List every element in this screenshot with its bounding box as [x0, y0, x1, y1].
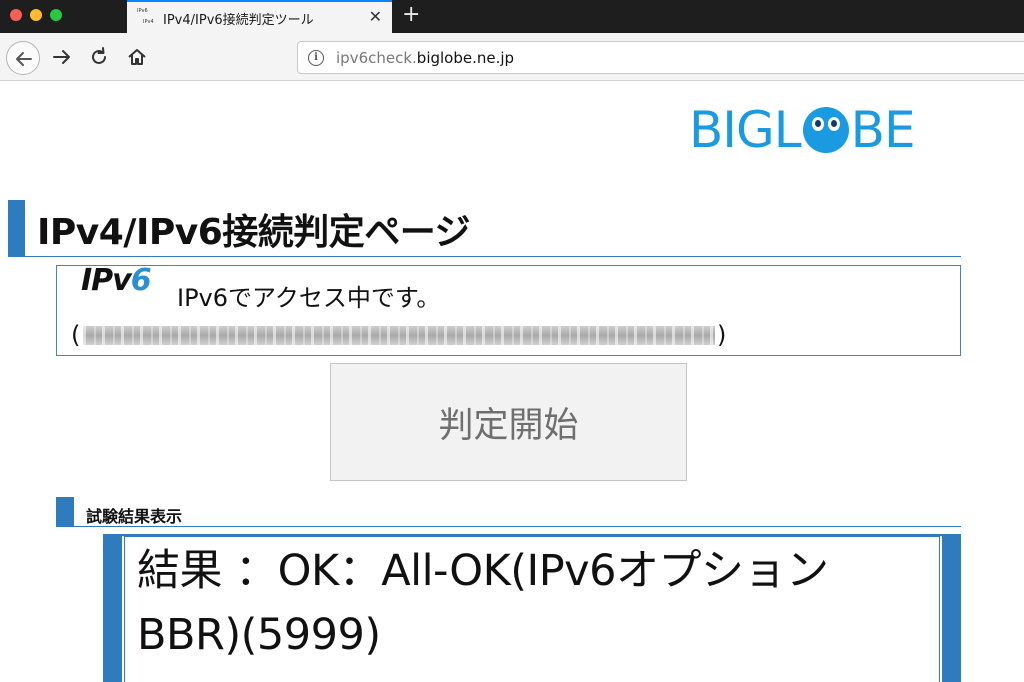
close-icon[interactable]: ✕	[369, 8, 382, 26]
open-paren: (	[71, 321, 81, 349]
address-bar[interactable]: i ipv6check.biglobe.ne.jp	[297, 41, 1024, 74]
url-text[interactable]: ipv6check.biglobe.ne.jp	[336, 49, 514, 67]
back-arrow-icon	[16, 52, 32, 66]
heading-accent-bar	[8, 200, 25, 256]
connection-status-message: IPv6でアクセス中です。	[177, 284, 441, 312]
favicon-text-bottom: IPv4	[143, 19, 154, 25]
plus-icon[interactable]: +	[402, 3, 420, 27]
back-button[interactable]	[6, 41, 40, 75]
browser-toolbar: i ipv6check.biglobe.ne.jp	[0, 33, 1024, 81]
url-host-prefix: ipv6check.	[336, 49, 417, 67]
ipv6-logo-suffix: 6	[130, 263, 152, 298]
window-maximize-button[interactable]	[50, 9, 62, 21]
result-panel: 結果 ：OK：All-OK(IPv6オプション BBR)(5999)	[103, 534, 961, 682]
reload-icon[interactable]	[88, 46, 110, 68]
logo-mascot-icon	[802, 107, 849, 153]
connection-status-panel: IPv6 IPv6でアクセス中です。 ( )	[56, 263, 961, 356]
page-title: IPv4/IPv6接続判定ページ	[37, 212, 471, 253]
logo-text-right: BE	[850, 101, 916, 159]
ipv6-logo: IPv6	[81, 263, 152, 299]
url-host-domain: biglobe.ne.jp	[416, 49, 515, 67]
favicon-text-top: IPv6	[137, 8, 148, 14]
result-text: 結果 ：OK：All-OK(IPv6オプション BBR)(5999)	[137, 546, 829, 660]
window-minimize-button[interactable]	[30, 9, 42, 21]
info-icon[interactable]: i	[308, 50, 324, 66]
browser-titlebar: IPv6 IPv4 IPv4/IPv6接続判定ツール ✕ +	[0, 0, 1024, 33]
ipv6-logo-prefix: IPv	[81, 263, 132, 298]
start-test-button[interactable]: 判定開始	[330, 363, 687, 481]
redacted-ip-address	[83, 326, 715, 345]
results-heading-divider	[56, 526, 961, 527]
result-panel-inner: 結果 ：OK：All-OK(IPv6オプション BBR)(5999)	[124, 536, 940, 682]
tab-title: IPv4/IPv6接続判定ツール	[163, 13, 314, 28]
results-heading: 試験結果表示	[86, 507, 183, 526]
results-heading-accent-bar	[56, 497, 74, 526]
tab-favicon-icon: IPv6 IPv4	[137, 7, 155, 29]
home-icon[interactable]	[126, 46, 148, 68]
heading-divider	[8, 256, 961, 257]
logo-text-left: BIGL	[689, 101, 802, 159]
biglobe-logo: BIGL BE	[689, 101, 916, 159]
forward-arrow-icon[interactable]	[51, 46, 73, 68]
close-paren: )	[717, 321, 727, 349]
window-close-button[interactable]	[10, 9, 22, 21]
browser-tab[interactable]: IPv6 IPv4 IPv4/IPv6接続判定ツール ✕	[127, 0, 392, 33]
